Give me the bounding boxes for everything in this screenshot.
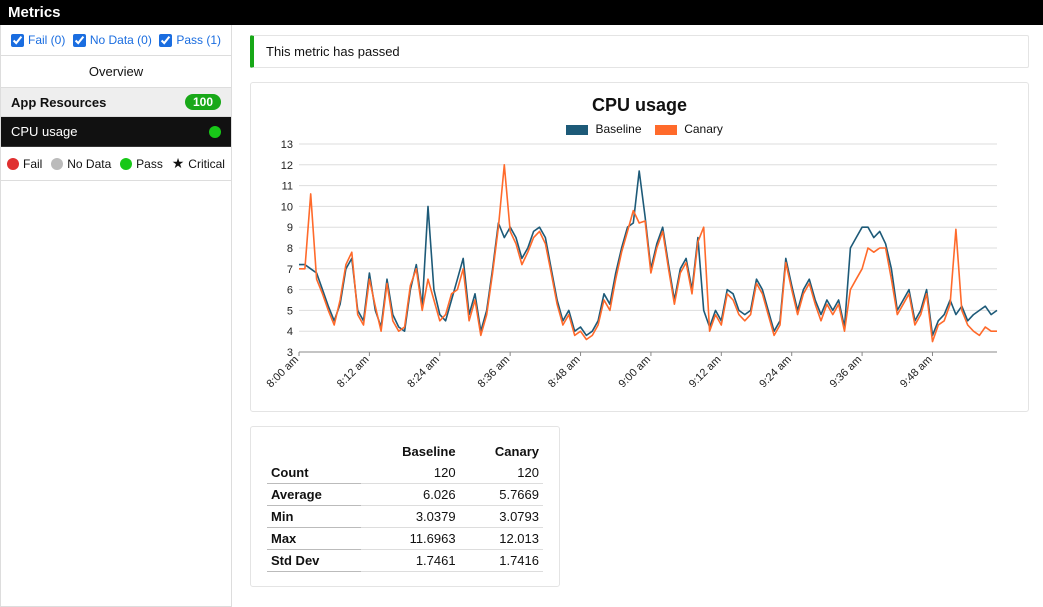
svg-text:9:48 am: 9:48 am [898, 354, 935, 391]
stats-row-baseline: 120 [361, 462, 459, 484]
filter-pass-label: Pass (1) [176, 33, 221, 47]
filter-fail-checkbox[interactable] [11, 34, 24, 47]
stats-col-metric [267, 441, 361, 462]
filter-fail-label: Fail (0) [28, 33, 65, 47]
svg-text:5: 5 [287, 305, 293, 317]
stats-panel: Baseline Canary Count120120Average6.0265… [250, 426, 560, 587]
chart-panel: CPU usage Baseline Canary 34567891011121… [250, 82, 1029, 412]
chart-legend: Baseline Canary [265, 122, 1014, 136]
legend-critical-label: Critical [188, 157, 225, 171]
stats-row-label: Average [267, 484, 361, 506]
stats-row-baseline: 6.026 [361, 484, 459, 506]
page-title: Metrics [0, 0, 1043, 25]
legend-canary-swatch [655, 125, 677, 135]
group-score-badge: 100 [185, 94, 221, 110]
table-row: Count120120 [267, 462, 543, 484]
stats-row-canary: 1.7416 [460, 550, 543, 572]
metric-cpu-usage[interactable]: CPU usage [1, 117, 231, 147]
legend-fail: Fail [7, 157, 42, 171]
pass-dot-icon [120, 158, 132, 170]
svg-text:8:12 am: 8:12 am [335, 354, 372, 391]
legend-nodata-label: No Data [67, 157, 111, 171]
fail-dot-icon [7, 158, 19, 170]
star-icon [172, 155, 185, 172]
legend-baseline-label: Baseline [595, 122, 641, 136]
status-banner: This metric has passed [250, 35, 1029, 68]
svg-text:8:48 am: 8:48 am [546, 354, 583, 391]
sidebar: Fail (0) No Data (0) Pass (1) Overview A… [0, 25, 232, 607]
group-app-resources[interactable]: App Resources 100 [1, 88, 231, 117]
filter-nodata-label: No Data (0) [90, 33, 152, 47]
filter-row: Fail (0) No Data (0) Pass (1) [1, 25, 231, 56]
legend-canary-label: Canary [684, 122, 723, 136]
svg-text:9:24 am: 9:24 am [757, 354, 794, 391]
legend-critical: Critical [172, 155, 225, 172]
legend-nodata: No Data [51, 157, 111, 171]
svg-text:8:24 am: 8:24 am [405, 354, 442, 391]
stats-col-baseline: Baseline [361, 441, 459, 462]
svg-text:6: 6 [287, 285, 293, 297]
chart-title: CPU usage [265, 95, 1014, 116]
filter-nodata-checkbox[interactable] [73, 34, 86, 47]
stats-row-label: Max [267, 528, 361, 550]
stats-row-canary: 120 [460, 462, 543, 484]
svg-text:7: 7 [287, 264, 293, 276]
svg-text:8: 8 [287, 243, 293, 255]
stats-table: Baseline Canary Count120120Average6.0265… [267, 441, 543, 572]
filter-nodata[interactable]: No Data (0) [73, 33, 152, 47]
svg-text:9:36 am: 9:36 am [828, 354, 865, 391]
stats-row-label: Std Dev [267, 550, 361, 572]
metric-label: CPU usage [11, 124, 77, 139]
table-row: Average6.0265.7669 [267, 484, 543, 506]
svg-text:12: 12 [281, 160, 293, 172]
status-legend: Fail No Data Pass Critical [1, 147, 231, 181]
stats-row-canary: 5.7669 [460, 484, 543, 506]
legend-pass: Pass [120, 157, 163, 171]
svg-text:9: 9 [287, 222, 293, 234]
svg-text:9:12 am: 9:12 am [687, 354, 724, 391]
svg-text:4: 4 [287, 326, 293, 338]
filter-fail[interactable]: Fail (0) [11, 33, 65, 47]
svg-text:9:00 am: 9:00 am [616, 354, 653, 391]
stats-row-label: Count [267, 462, 361, 484]
stats-row-label: Min [267, 506, 361, 528]
stats-col-canary: Canary [460, 441, 543, 462]
table-row: Min3.03793.0793 [267, 506, 543, 528]
svg-text:8:36 am: 8:36 am [476, 354, 513, 391]
filter-pass-checkbox[interactable] [159, 34, 172, 47]
table-row: Std Dev1.74611.7416 [267, 550, 543, 572]
legend-baseline-swatch [566, 125, 588, 135]
stats-row-baseline: 3.0379 [361, 506, 459, 528]
group-label: App Resources [11, 95, 106, 110]
table-row: Max11.696312.013 [267, 528, 543, 550]
svg-text:10: 10 [281, 201, 293, 213]
overview-link[interactable]: Overview [1, 56, 231, 88]
filter-pass[interactable]: Pass (1) [159, 33, 221, 47]
svg-text:11: 11 [282, 181, 293, 193]
main-content: This metric has passed CPU usage Baselin… [232, 25, 1043, 607]
legend-fail-label: Fail [23, 157, 42, 171]
stats-row-canary: 12.013 [460, 528, 543, 550]
svg-text:13: 13 [281, 140, 293, 151]
stats-row-baseline: 11.6963 [361, 528, 459, 550]
legend-pass-label: Pass [136, 157, 163, 171]
stats-row-baseline: 1.7461 [361, 550, 459, 572]
stats-row-canary: 3.0793 [460, 506, 543, 528]
nodata-dot-icon [51, 158, 63, 170]
svg-text:8:00 am: 8:00 am [265, 354, 301, 391]
metric-status-dot [209, 126, 221, 138]
cpu-usage-chart: 3456789101112138:00 am8:12 am8:24 am8:36… [265, 140, 1005, 400]
